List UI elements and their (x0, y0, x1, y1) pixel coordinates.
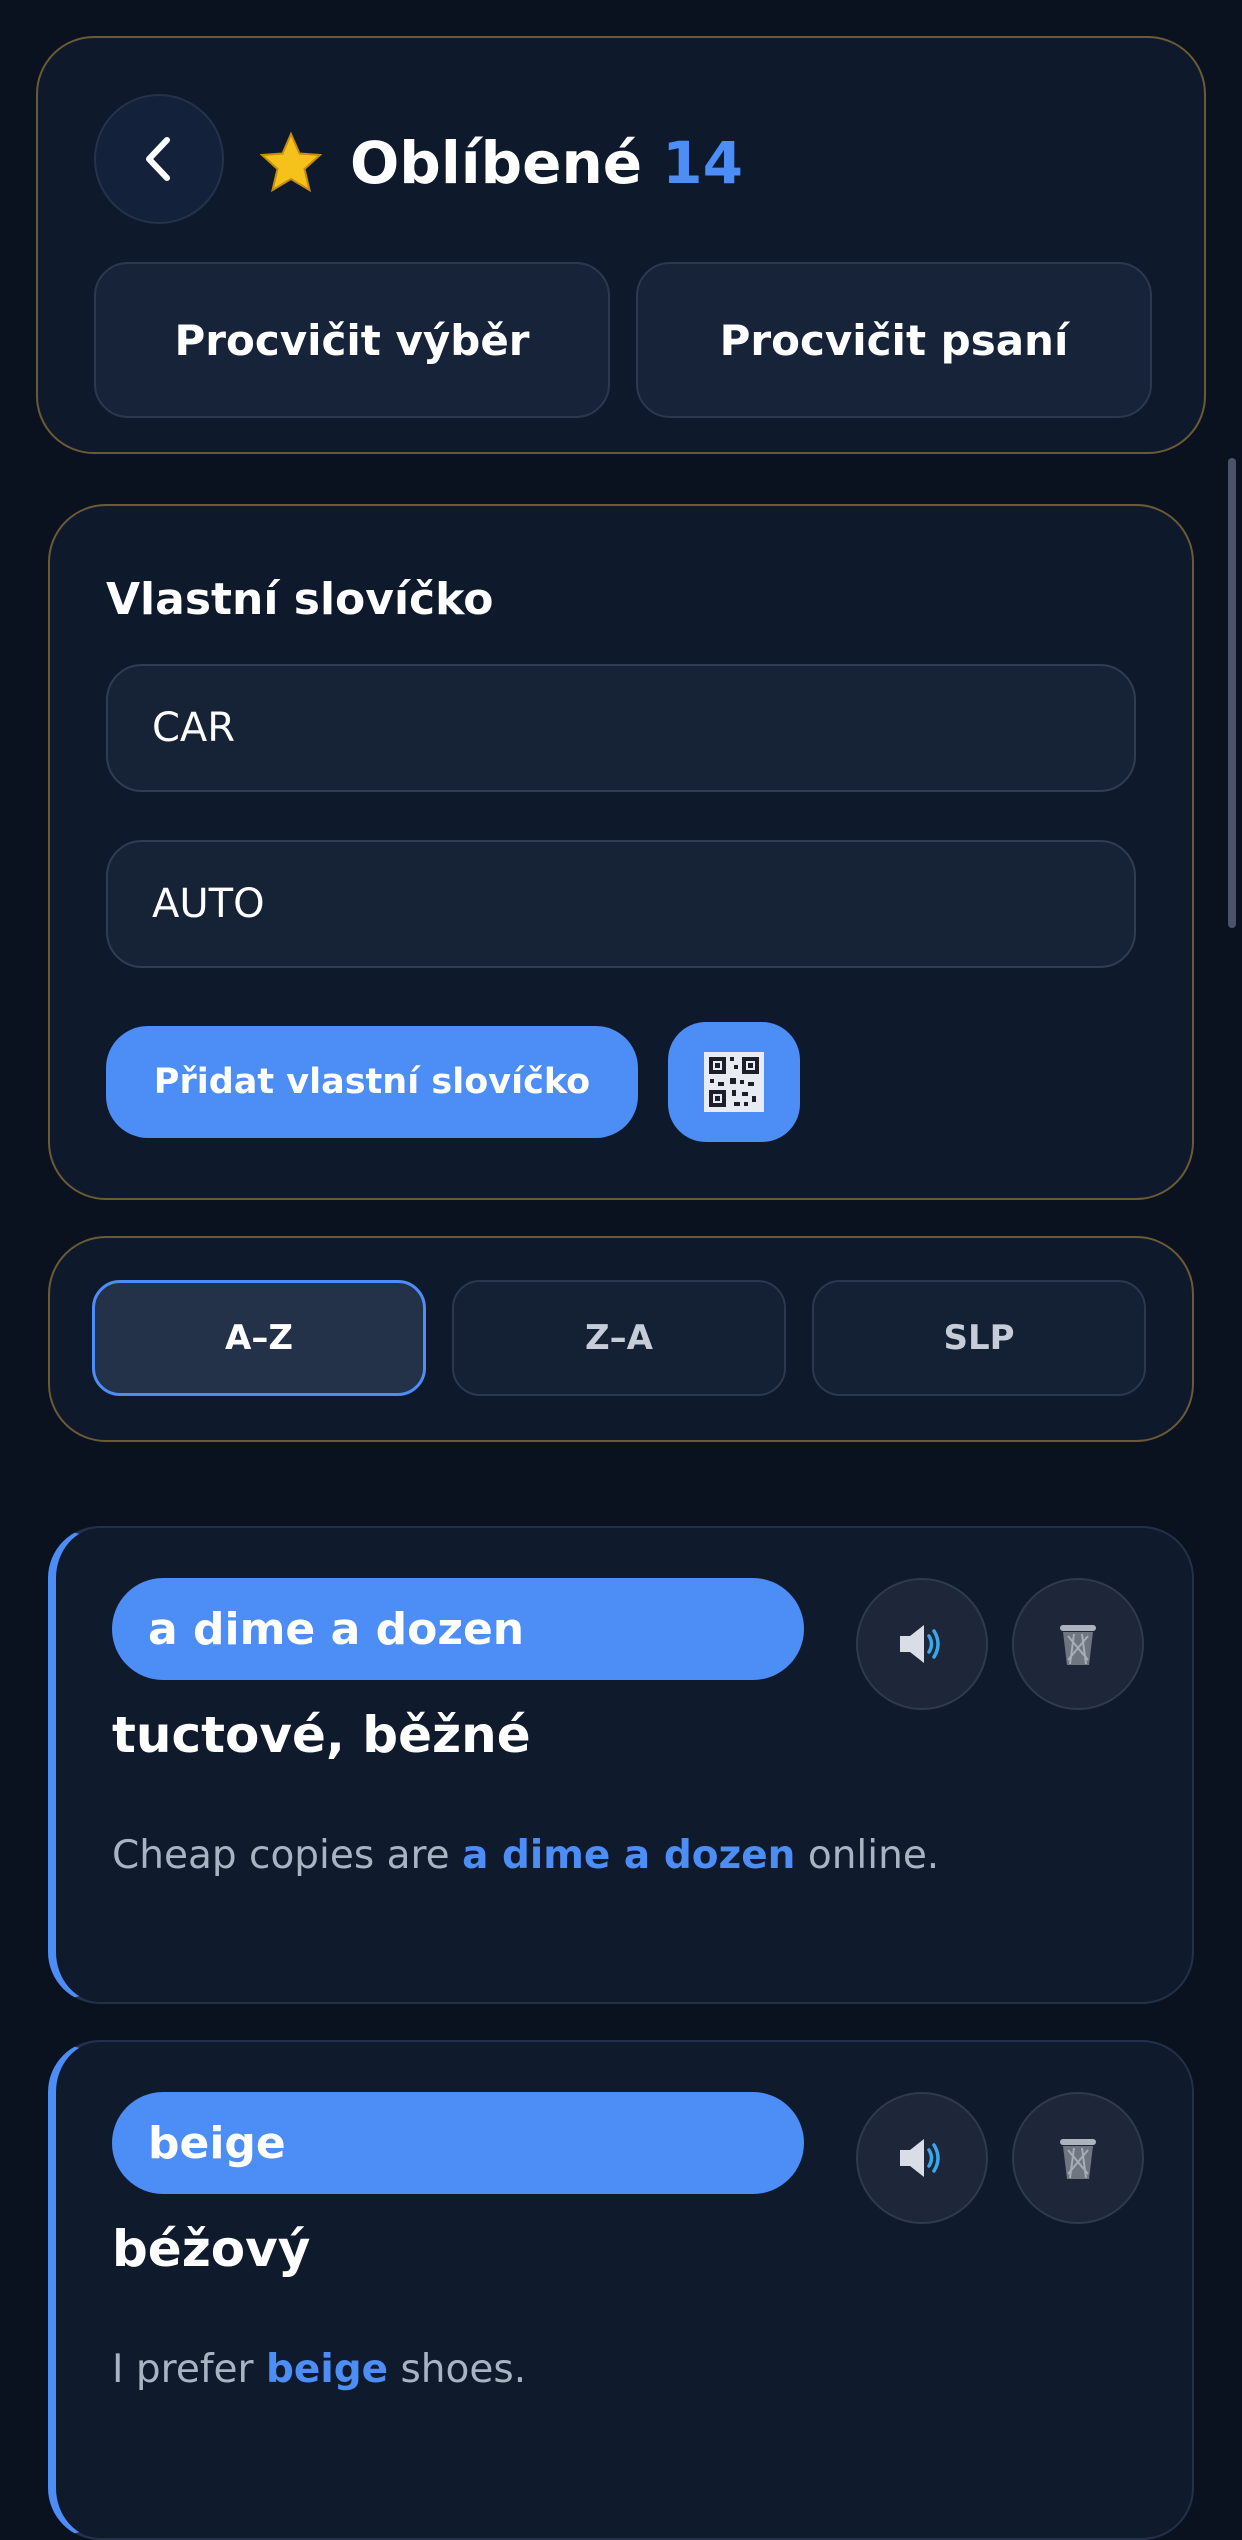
delete-button[interactable] (1012, 2092, 1144, 2224)
practice-select-button[interactable]: Procvičit výběr (94, 262, 610, 418)
chevron-left-icon (146, 137, 170, 181)
delete-button[interactable] (1012, 1578, 1144, 1710)
word-card: beige béžový I prefer beige shoes. (48, 2040, 1194, 2540)
speak-button[interactable] (856, 1578, 988, 1710)
speaker-icon (900, 1625, 940, 1663)
speaker-icon (900, 2139, 940, 2177)
favorites-count: 14 (662, 129, 743, 197)
example-text: online. (795, 1833, 940, 1878)
speak-button[interactable] (856, 2092, 988, 2224)
example-text: I prefer (112, 2347, 266, 2392)
example-highlight: a dime a dozen (462, 1833, 796, 1878)
title-text: Oblíbené (350, 129, 643, 197)
back-button[interactable] (94, 94, 224, 224)
example-sentence: Cheap copies are a dime a dozen online. (112, 1828, 939, 1884)
qr-code-button[interactable] (668, 1022, 800, 1142)
word-label: beige (112, 2092, 804, 2194)
page-scrollbar[interactable] (1228, 458, 1236, 928)
translation-text: béžový (112, 2220, 311, 2278)
trash-icon (1060, 1625, 1096, 1665)
header-panel: Oblíbené 14 Procvičit výběr Procvičit ps… (36, 36, 1206, 454)
czech-word-input[interactable] (106, 840, 1136, 968)
example-highlight: beige (265, 2347, 389, 2392)
sort-slp-button[interactable]: SLP (812, 1280, 1146, 1396)
add-custom-word-button[interactable]: Přidat vlastní slovíčko (106, 1026, 638, 1138)
practice-write-button[interactable]: Procvičit psaní (636, 262, 1152, 418)
custom-word-panel: Vlastní slovíčko Přidat vlastní slovíčko (48, 504, 1194, 1200)
sort-za-button[interactable]: Z–A (452, 1280, 786, 1396)
word-label: a dime a dozen (112, 1578, 804, 1680)
page-title: Oblíbené 14 (350, 128, 743, 198)
star-icon (259, 131, 323, 193)
sort-az-button[interactable]: A–Z (92, 1280, 426, 1396)
word-card: a dime a dozen tuctové, běžné Cheap copi… (48, 1526, 1194, 2004)
example-text: Cheap copies are (112, 1833, 463, 1878)
trash-icon (1060, 2139, 1096, 2179)
english-word-input[interactable] (106, 664, 1136, 792)
example-sentence: I prefer beige shoes. (112, 2342, 526, 2398)
example-text: shoes. (388, 2347, 527, 2392)
translation-text: tuctové, běžné (112, 1706, 531, 1764)
qr-code-icon (704, 1052, 764, 1112)
sort-panel: A–Z Z–A SLP (48, 1236, 1194, 1442)
custom-word-title: Vlastní slovíčko (106, 574, 494, 625)
